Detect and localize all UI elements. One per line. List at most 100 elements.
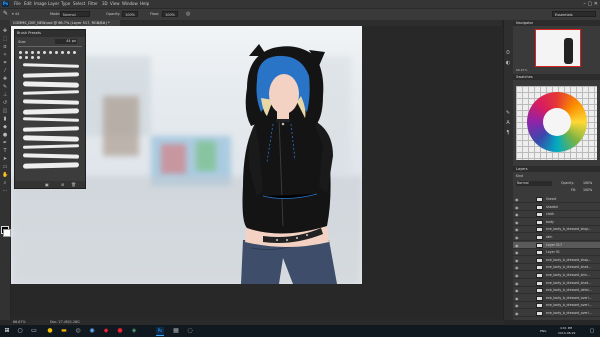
visibility-eye-icon[interactable]: ◉ [515, 296, 519, 301]
workspace-select[interactable]: Essentials [552, 11, 596, 17]
blend-mode-select[interactable]: Normal [516, 181, 552, 186]
brush-preset-stroke[interactable] [22, 99, 80, 105]
gradient-tool-icon[interactable]: ▮ [2, 116, 8, 122]
brush-tip[interactable] [31, 51, 34, 54]
visibility-eye-icon[interactable]: ◉ [515, 212, 519, 217]
quick-select-tool-icon[interactable]: ✧ [2, 52, 8, 58]
visibility-eye-icon[interactable]: ◉ [515, 205, 519, 210]
layer-row[interactable]: ◉ eve_body_b_dressed_detai... [513, 287, 600, 295]
visibility-eye-icon[interactable]: ◉ [515, 265, 519, 270]
navigator-panel-title[interactable]: Navigator [513, 20, 600, 26]
taskbar-date[interactable]: 2019-08-29 [558, 330, 575, 336]
eyedropper-tool-icon[interactable]: ⁄ [2, 68, 8, 74]
brush-tip[interactable] [37, 56, 40, 59]
flow-field[interactable]: 100% [162, 11, 178, 17]
menu-3d[interactable]: 3D [102, 0, 108, 8]
brush-preset-stroke[interactable] [22, 63, 80, 68]
search-icon[interactable]: ○ [16, 327, 24, 335]
brush-tool-icon[interactable]: ✎ [3, 10, 8, 18]
visibility-eye-icon[interactable]: ◉ [515, 243, 519, 248]
brush-size-picker[interactable]: ▾ 44 [12, 10, 19, 18]
path-select-tool-icon[interactable]: ➤ [2, 156, 8, 162]
layer-row[interactable]: ◉ shaded [513, 204, 600, 211]
menu-image[interactable]: Image [34, 0, 47, 8]
history-brush-tool-icon[interactable]: ↺ [2, 100, 8, 106]
brush-preset-stroke[interactable] [22, 90, 80, 95]
brush-tip[interactable] [43, 51, 46, 54]
layer-row[interactable]: ◉ eve_body_b_dressed_shap... [513, 226, 600, 234]
toggle-brush-panel-icon[interactable]: ▣ [45, 182, 49, 187]
app-icon[interactable]: ◌ [186, 327, 194, 335]
start-icon[interactable]: ⊞ [3, 327, 11, 335]
layer-row[interactable]: ◉ eve_body_b_dressed_overl... [513, 295, 600, 302]
blur-tool-icon[interactable]: ◆ [2, 124, 8, 130]
app-icon[interactable]: ◍ [74, 327, 82, 335]
brush-tip[interactable] [61, 51, 64, 54]
layer-opacity-value[interactable]: 100% [583, 181, 592, 185]
app-icon[interactable]: ▦ [172, 327, 180, 335]
pen-tool-icon[interactable]: ✒ [2, 140, 8, 146]
app-icon[interactable]: ◈ [130, 327, 138, 335]
marquee-tool-icon[interactable]: ⬚ [2, 36, 8, 42]
brush-preset-stroke[interactable] [22, 117, 80, 122]
layer-row[interactable]: ◉ Layer 517 [513, 241, 600, 249]
app-icon[interactable]: ◉ [88, 327, 96, 335]
swatches-panel-title[interactable]: Swatches [513, 74, 600, 80]
app-icon[interactable]: ● [116, 327, 124, 335]
navigator-thumbnail[interactable] [535, 29, 581, 67]
paragraph-panel-icon[interactable]: ¶ [505, 130, 511, 136]
menu-window[interactable]: Window [122, 0, 138, 8]
visibility-eye-icon[interactable]: ◉ [515, 220, 519, 225]
navigator-zoom[interactable]: 66.67% [516, 68, 527, 72]
visibility-eye-icon[interactable]: ◉ [515, 303, 519, 308]
brush-tool-icon[interactable]: ✎ [2, 84, 8, 90]
stamp-tool-icon[interactable]: ⊥ [2, 92, 8, 98]
brush-tip[interactable] [37, 51, 40, 54]
brush-preset-stroke[interactable] [22, 153, 80, 159]
visibility-eye-icon[interactable]: ◉ [515, 250, 519, 255]
layer-fill-value[interactable]: 100% [583, 188, 592, 192]
language-indicator[interactable]: ENG [540, 328, 546, 334]
visibility-eye-icon[interactable]: ◉ [515, 311, 519, 316]
delete-brush-icon[interactable]: 🗑 [71, 182, 76, 187]
airbrush-icon[interactable]: ◎ [186, 10, 190, 18]
menu-view[interactable]: View [110, 0, 120, 8]
photoshop-taskbar-icon[interactable]: Ps [156, 327, 164, 336]
brush-preset-stroke[interactable] [22, 126, 80, 132]
layer-row[interactable]: ◉ eve_body_b_dressed_shap... [513, 257, 600, 264]
brush-preset-stroke[interactable] [22, 81, 80, 88]
opacity-field[interactable]: 100% [122, 11, 138, 17]
brush-tip[interactable] [73, 51, 76, 54]
visibility-eye-icon[interactable]: ◉ [515, 197, 519, 202]
mode-select[interactable]: Normal [60, 11, 90, 17]
more-tools-icon[interactable]: ⋯ [2, 188, 8, 194]
layer-row[interactable]: ◉ eve_body_b_dressed_shad... [513, 264, 600, 272]
menu-type[interactable]: Type [61, 0, 70, 8]
layer-row[interactable]: ◉ eve_body_b_dressed_overl... [513, 310, 600, 317]
new-brush-icon[interactable]: ⊞ [61, 182, 64, 187]
brush-tip[interactable] [19, 51, 22, 54]
layer-row[interactable]: ◉ eve_body_b_dressed_shin... [513, 272, 600, 279]
brush-preset-stroke[interactable] [22, 144, 80, 149]
layer-row[interactable]: ◉ Layer 91 [513, 249, 600, 257]
brush-tip[interactable] [19, 56, 22, 59]
layer-row[interactable]: ◉ cloth [513, 211, 600, 219]
app-icon[interactable]: ◆ [102, 327, 110, 335]
hand-tool-icon[interactable]: ✋ [2, 172, 8, 178]
visibility-eye-icon[interactable]: ◉ [515, 235, 519, 240]
zoom-tool-icon[interactable]: ⌕ [2, 180, 8, 186]
dodge-tool-icon[interactable]: ● [2, 132, 8, 138]
brush-preset-stroke[interactable] [22, 72, 80, 78]
brush-size-slider[interactable] [18, 46, 82, 47]
healing-tool-icon[interactable]: ✚ [2, 76, 8, 82]
visibility-eye-icon[interactable]: ◉ [515, 227, 519, 232]
brush-preset-stroke[interactable] [22, 162, 80, 169]
menu-select[interactable]: Select [73, 0, 85, 8]
menu-help[interactable]: Help [140, 0, 149, 8]
character-panel-icon[interactable]: A [505, 120, 511, 126]
notifications-icon[interactable]: ▢ [588, 327, 596, 335]
brush-tip[interactable] [25, 56, 28, 59]
eraser-tool-icon[interactable]: ◫ [2, 108, 8, 114]
brush-tip[interactable] [49, 51, 52, 54]
visibility-eye-icon[interactable]: ◉ [515, 281, 519, 286]
